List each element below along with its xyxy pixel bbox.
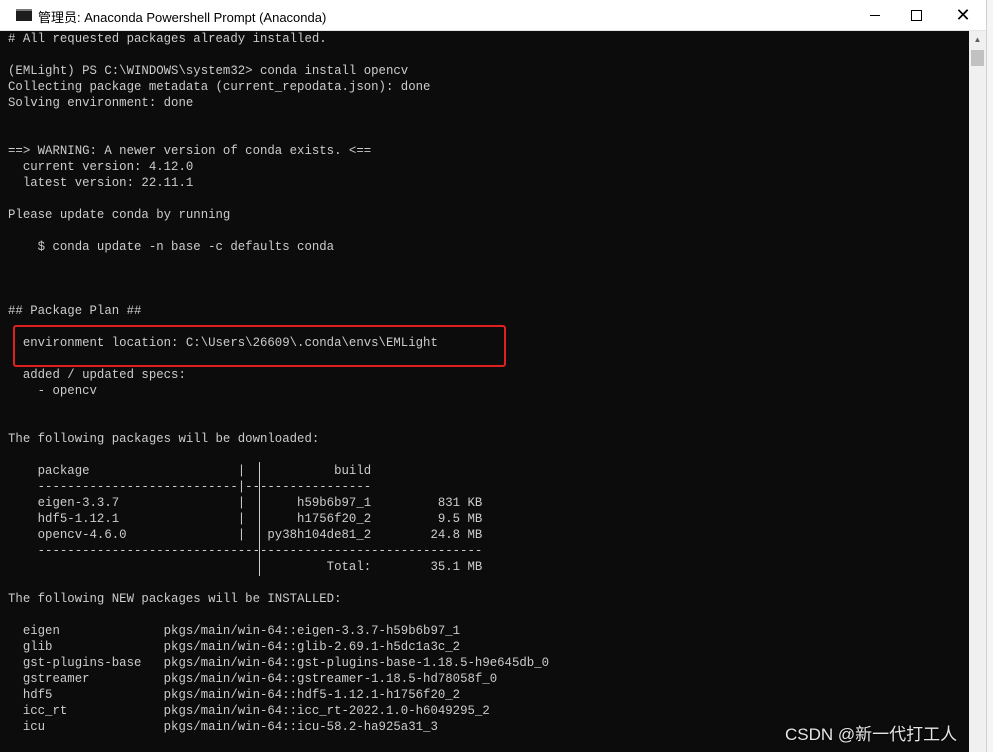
terminal-line: # All requested packages already install… bbox=[8, 31, 327, 46]
terminal-line: current version: 4.12.0 bbox=[8, 159, 194, 174]
terminal-output: # All requested packages already install… bbox=[8, 31, 549, 735]
scroll-up-icon[interactable]: ▲ bbox=[969, 31, 986, 48]
terminal-line: gstreamer pkgs/main/win-64::gstreamer-1.… bbox=[8, 671, 498, 686]
terminal-line: (EMLight) PS C:\WINDOWS\system32> conda … bbox=[8, 63, 409, 78]
terminal-line: icu pkgs/main/win-64::icu-58.2-ha925a31_… bbox=[8, 719, 438, 734]
csdn-watermark: CSDN @新一代打工人 bbox=[785, 725, 958, 744]
terminal-window: 管理员: Anaconda Powershell Prompt (Anacond… bbox=[0, 0, 993, 752]
vertical-scrollbar[interactable]: ▲ bbox=[969, 31, 986, 752]
title-bar[interactable]: 管理员: Anaconda Powershell Prompt (Anacond… bbox=[0, 0, 993, 31]
table-column-divider bbox=[259, 462, 260, 576]
terminal-line: ---------------------------|------------… bbox=[8, 479, 372, 494]
minimize-button[interactable] bbox=[852, 0, 898, 30]
close-button[interactable]: ✕ bbox=[940, 0, 986, 30]
terminal-line: gst-plugins-base pkgs/main/win-64::gst-p… bbox=[8, 655, 550, 670]
terminal-line: Collecting package metadata (current_rep… bbox=[8, 79, 431, 94]
terminal-line: $ conda update -n base -c defaults conda bbox=[8, 239, 335, 254]
terminal-line: glib pkgs/main/win-64::glib-2.69.1-h5dc1… bbox=[8, 639, 461, 654]
terminal-line: Solving environment: done bbox=[8, 95, 194, 110]
terminal-line: eigen pkgs/main/win-64::eigen-3.3.7-h59b… bbox=[8, 623, 461, 638]
minimize-icon bbox=[870, 14, 880, 16]
terminal-line: - opencv bbox=[8, 383, 97, 398]
terminal-line: hdf5 pkgs/main/win-64::hdf5-1.12.1-h1756… bbox=[8, 687, 461, 702]
terminal-line: The following packages will be downloade… bbox=[8, 431, 320, 446]
terminal-line: package | build bbox=[8, 463, 372, 478]
terminal-line: eigen-3.3.7 | h59b6b97_1 831 KB bbox=[8, 495, 483, 510]
window-title: 管理员: Anaconda Powershell Prompt (Anacond… bbox=[38, 10, 327, 25]
terminal-line: The following NEW packages will be INSTA… bbox=[8, 591, 342, 606]
terminal-line: ==> WARNING: A newer version of conda ex… bbox=[8, 143, 372, 158]
terminal-line: opencv-4.6.0 | py38h104de81_2 24.8 MB bbox=[8, 527, 483, 542]
terminal-line: Total: 35.1 MB bbox=[8, 559, 483, 574]
terminal-line: ----------------------------------------… bbox=[8, 543, 483, 558]
terminal-line: Please update conda by running bbox=[8, 207, 231, 222]
terminal-line: added / updated specs: bbox=[8, 367, 186, 382]
scroll-thumb[interactable] bbox=[971, 50, 984, 66]
annotation-highlight-box bbox=[13, 325, 506, 367]
terminal-line: hdf5-1.12.1 | h1756f20_2 9.5 MB bbox=[8, 511, 483, 526]
terminal-line: icc_rt pkgs/main/win-64::icc_rt-2022.1.0… bbox=[8, 703, 490, 718]
background-window-strip bbox=[986, 0, 993, 752]
terminal-output-area[interactable]: # All requested packages already install… bbox=[0, 31, 969, 752]
console-icon bbox=[16, 9, 32, 21]
maximize-icon bbox=[910, 9, 922, 21]
close-icon: ✕ bbox=[955, 5, 971, 25]
maximize-button[interactable] bbox=[893, 0, 939, 30]
terminal-line: ## Package Plan ## bbox=[8, 303, 142, 318]
terminal-line: latest version: 22.11.1 bbox=[8, 175, 194, 190]
